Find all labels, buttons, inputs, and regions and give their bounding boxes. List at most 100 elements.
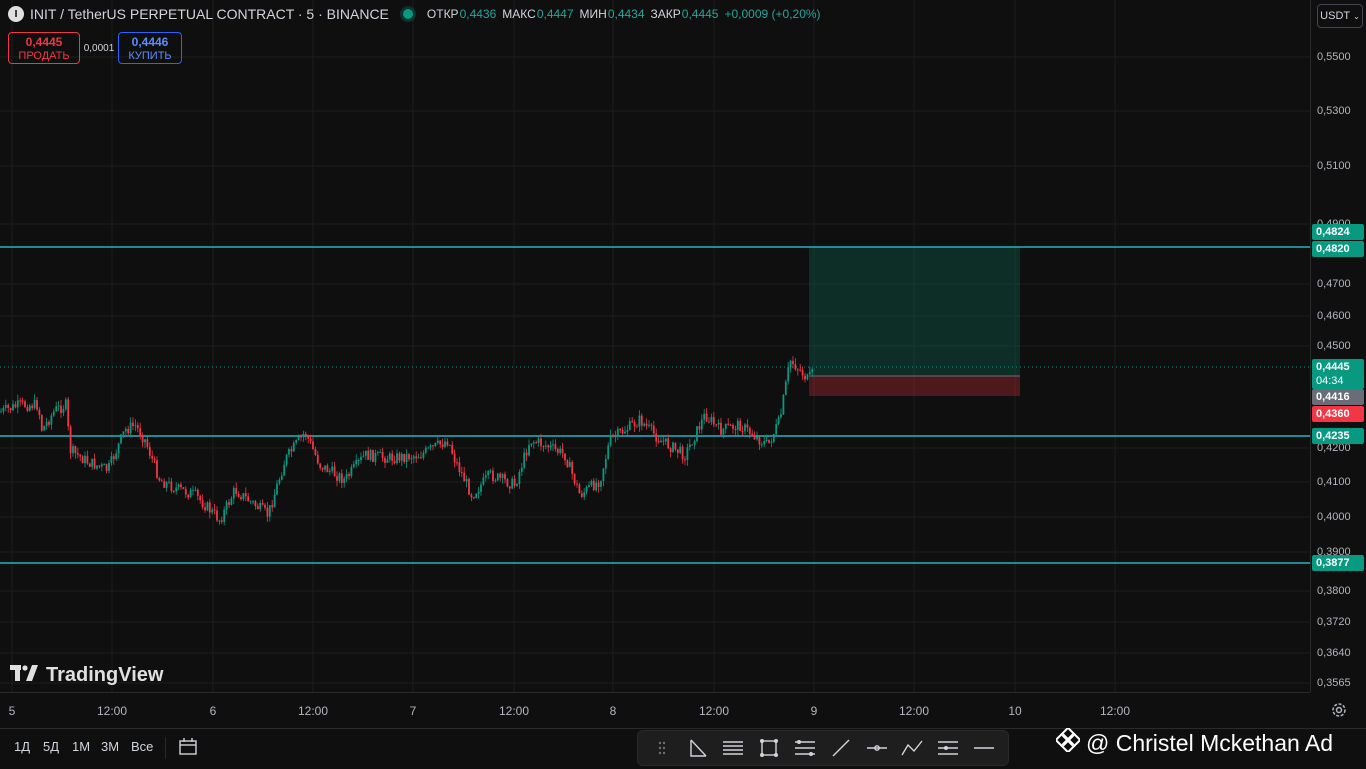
sell-button[interactable]: 0,4445 ПРОДАТЬ — [8, 32, 80, 64]
candle-body — [444, 441, 446, 447]
symbol-title[interactable]: INIT / TetherUS PERPETUAL CONTRACT · 5 ·… — [30, 6, 389, 22]
candle-body — [691, 444, 694, 446]
candle-body — [319, 463, 322, 468]
candle-body — [7, 404, 10, 409]
candle-body — [698, 426, 701, 430]
candle-body — [91, 458, 94, 467]
candle-body — [98, 465, 101, 467]
fib-icon[interactable] — [792, 735, 818, 761]
candle-body — [206, 502, 209, 511]
candle-body — [614, 436, 617, 438]
market-status-icon[interactable] — [402, 9, 413, 19]
candle-body — [602, 468, 605, 481]
candle-body — [100, 464, 103, 467]
candle-body — [132, 422, 134, 426]
logo-text: TradingView — [46, 664, 164, 686]
candle-body — [530, 443, 533, 446]
candle-body — [81, 456, 84, 464]
candle-body — [808, 372, 811, 375]
candle-body — [722, 428, 725, 435]
settings-gear-icon[interactable] — [1330, 701, 1348, 719]
candle-body — [240, 497, 242, 500]
candle-body — [285, 454, 288, 465]
chart-legend: I INIT / TetherUS PERPETUAL CONTRACT · 5… — [8, 6, 827, 22]
candle-body — [194, 489, 197, 491]
candle-body — [79, 454, 82, 457]
symbol-icon[interactable]: I — [8, 6, 24, 22]
candle-body — [127, 428, 130, 434]
resistance-price-tag[interactable]: 0,4820 — [1312, 241, 1364, 257]
candle-body — [446, 441, 449, 446]
path-icon[interactable] — [899, 735, 925, 761]
candle-body — [364, 450, 367, 456]
horizontal-lines-icon[interactable] — [720, 735, 746, 761]
take-profit-zone[interactable] — [809, 247, 1020, 376]
measure-icon[interactable] — [685, 735, 711, 761]
timeframe-1d[interactable]: 1Д — [14, 739, 30, 754]
ohlc-high: МАКС0,4447 — [502, 7, 574, 21]
drag-handle-icon[interactable] — [649, 735, 675, 761]
candle-body — [264, 504, 266, 508]
parallel-channel-icon[interactable] — [935, 735, 961, 761]
sell-label: ПРОДАТЬ — [18, 50, 70, 62]
horizontal-line-icon[interactable] — [971, 735, 997, 761]
price-chart[interactable] — [0, 0, 1310, 692]
candle-body — [288, 449, 290, 455]
support-price-tag[interactable]: 0,4235 — [1312, 428, 1364, 444]
candle-body — [739, 420, 742, 431]
time-label: 12:00 — [498, 704, 530, 718]
candle-body — [139, 428, 142, 437]
candle-body — [547, 445, 550, 448]
entry-price-tag[interactable]: 0,4416 — [1312, 389, 1364, 405]
lower-support-price-tag[interactable]: 0,3877 — [1312, 555, 1364, 571]
candle-body — [50, 415, 53, 425]
price-label: 0,4700 — [1317, 278, 1351, 290]
timeframe-3m[interactable]: 3М — [101, 739, 119, 754]
candle-body — [12, 404, 14, 411]
candle-body — [638, 415, 641, 427]
time-axis[interactable]: 5 12:00 6 12:00 7 12:00 8 12:00 9 12:00 … — [0, 692, 1346, 729]
target-price-tag[interactable]: 0,4824 — [1312, 224, 1364, 240]
candle-body — [120, 434, 122, 444]
candle-body — [292, 442, 295, 452]
timeframe-1m[interactable]: 1М — [72, 739, 90, 754]
candle-body — [124, 428, 127, 432]
candle-body — [744, 424, 746, 432]
candle-body — [340, 473, 343, 483]
candle-body — [561, 448, 564, 454]
price-label: 0,5100 — [1317, 160, 1351, 172]
candle-body — [352, 464, 355, 468]
candle-body — [633, 422, 636, 427]
candle-body — [175, 487, 178, 492]
rectangle-icon[interactable] — [756, 735, 782, 761]
candle-body — [76, 452, 79, 455]
candle-body — [314, 449, 317, 455]
candle-body — [674, 442, 677, 450]
timeframe-all[interactable]: Все — [131, 739, 153, 754]
tradingview-logo[interactable]: TradingView — [10, 664, 163, 687]
stop-price-tag[interactable]: 0,4360 — [1312, 406, 1364, 422]
trend-line-icon[interactable] — [828, 735, 854, 761]
horizontal-ray-icon[interactable] — [864, 735, 890, 761]
candle-body — [784, 381, 787, 395]
currency-button[interactable]: USDT ⌄ — [1317, 4, 1363, 28]
candle-body — [55, 406, 58, 412]
candle-body — [345, 474, 348, 479]
date-range-icon[interactable] — [177, 736, 199, 763]
timeframe-5d[interactable]: 5Д — [43, 739, 59, 754]
candle-body — [300, 436, 302, 438]
stop-loss-zone[interactable] — [809, 376, 1020, 396]
candle-body — [26, 407, 29, 411]
candle-body — [717, 422, 720, 425]
chart-area[interactable]: I INIT / TetherUS PERPETUAL CONTRACT · 5… — [0, 0, 1310, 692]
price-axis[interactable]: USDT⌄ 0,5500 0,5300 0,5100 0,4900 0,4700… — [1310, 0, 1366, 692]
candle-body — [324, 465, 326, 470]
candle-body — [115, 453, 118, 460]
buy-button[interactable]: 0,4446 КУПИТЬ — [118, 32, 182, 64]
candle-body — [571, 461, 574, 474]
candle-body — [290, 449, 293, 452]
candle-body — [280, 475, 283, 480]
candle-body — [643, 423, 646, 426]
price-label: 0,4000 — [1317, 511, 1351, 523]
candle-body — [19, 400, 22, 402]
